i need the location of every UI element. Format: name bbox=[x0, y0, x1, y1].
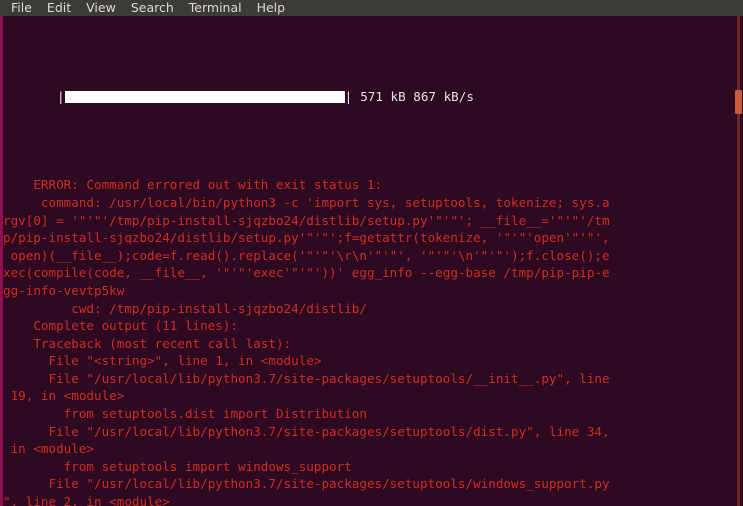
menu-item-file[interactable]: File bbox=[11, 0, 32, 16]
terminal-line: open)(__file__);code=f.read().replace('"… bbox=[3, 247, 610, 263]
terminal-line: File "/usr/local/lib/python3.7/site-pack… bbox=[3, 423, 610, 439]
terminal-line: ", line 2, in <module> bbox=[3, 494, 170, 506]
menu-item-terminal[interactable]: Terminal bbox=[189, 0, 242, 16]
terminal-line: 19, in <module> bbox=[3, 388, 125, 404]
menu-item-edit[interactable]: Edit bbox=[47, 0, 71, 16]
download-progress-row: | | 571 kB 867 kB/s bbox=[3, 88, 735, 106]
menu-item-search[interactable]: Search bbox=[131, 0, 174, 16]
terminal-line: command: /usr/local/bin/python3 -c 'impo… bbox=[3, 194, 610, 210]
progress-stats-text: 571 kB 867 kB/s bbox=[360, 89, 474, 105]
terminal-line: in <module> bbox=[3, 441, 94, 457]
window-left-accent-strip bbox=[0, 16, 3, 506]
terminal-line: cwd: /tmp/pip-install-sjqzbo24/distlib/ bbox=[3, 300, 367, 316]
progress-bar bbox=[64, 91, 345, 104]
menu-item-view[interactable]: View bbox=[86, 0, 116, 16]
terminal-line: gg-info-vevtp5kw bbox=[3, 282, 125, 298]
terminal-window: File Edit View Search Terminal Help | | … bbox=[0, 0, 743, 506]
terminal-line: from setuptools import windows_support bbox=[3, 458, 352, 474]
menu-item-help[interactable]: Help bbox=[257, 0, 286, 16]
vertical-scrollbar[interactable] bbox=[735, 16, 743, 506]
menubar: File Edit View Search Terminal Help bbox=[0, 0, 743, 16]
terminal-line: p/pip-install-sjqzbo24/distlib/setup.py'… bbox=[3, 230, 610, 246]
terminal-line: File "/usr/local/lib/python3.7/site-pack… bbox=[3, 370, 610, 386]
terminal-line: File "<string>", line 1, in <module> bbox=[3, 353, 322, 369]
progress-right-delimiter: | bbox=[344, 89, 353, 105]
progress-bar-fill bbox=[64, 91, 345, 104]
terminal-text-lines: ERROR: Command errored out with exit sta… bbox=[3, 176, 735, 506]
terminal-line: from setuptools.dist import Distribution bbox=[3, 406, 367, 422]
terminal-output-area[interactable]: | | 571 kB 867 kB/s ERROR: Command error… bbox=[3, 16, 735, 506]
terminal-line: xec(compile(code, __file__, '"'"'exec'"'… bbox=[3, 265, 610, 281]
progress-left-delimiter: | bbox=[57, 89, 65, 105]
scrollbar-thumb[interactable] bbox=[735, 89, 742, 114]
terminal-line: File "/usr/local/lib/python3.7/site-pack… bbox=[3, 476, 610, 492]
terminal-line: Traceback (most recent call last): bbox=[3, 335, 292, 351]
terminal-line: ERROR: Command errored out with exit sta… bbox=[3, 177, 383, 193]
terminal-line: Complete output (11 lines): bbox=[3, 318, 239, 334]
terminal-line: rgv[0] = '"'"'/tmp/pip-install-sjqzbo24/… bbox=[3, 212, 610, 228]
